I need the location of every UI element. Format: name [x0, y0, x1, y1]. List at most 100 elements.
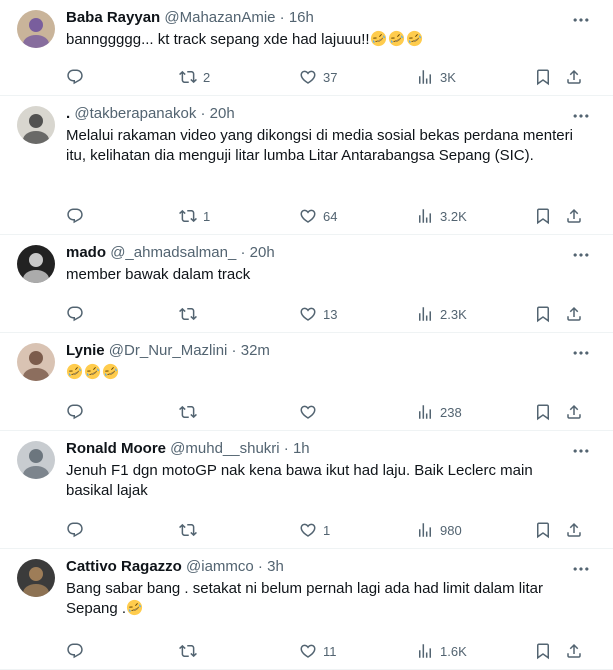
view-count: 3K: [440, 69, 456, 85]
display-name[interactable]: Baba Rayyan: [66, 9, 160, 26]
tweet-content: Ronald Moore @muhd__shukri · 1h Jenuh F1 …: [66, 439, 573, 501]
tweet[interactable]: mado @_ahmadsalman_ · 20h member bawak da…: [0, 235, 613, 333]
tweet-header: Cattivo Ragazzo @iammco · 3h: [66, 557, 573, 577]
views-button[interactable]: 3K: [416, 67, 456, 87]
user-handle[interactable]: @Dr_Nur_Mazlini: [109, 342, 228, 359]
like-count: 11: [323, 643, 337, 659]
share-button[interactable]: [565, 304, 583, 324]
display-name[interactable]: mado: [66, 244, 106, 261]
views-button[interactable]: 980: [416, 520, 462, 540]
like-count: 64: [323, 208, 338, 224]
timestamp[interactable]: 16h: [289, 9, 314, 26]
retweet-icon: [179, 207, 197, 225]
reply-button[interactable]: [66, 641, 84, 661]
retweet-button[interactable]: [179, 402, 203, 422]
user-handle[interactable]: @takberapanakok: [74, 105, 196, 122]
tweet-header: . @takberapanakok · 20h: [66, 104, 573, 124]
display-name[interactable]: Lynie: [66, 342, 105, 359]
tweet-text: member bawak dalam track: [66, 265, 573, 285]
views-icon: [416, 642, 434, 660]
reply-button[interactable]: [66, 520, 84, 540]
user-handle[interactable]: @muhd__shukri: [170, 440, 279, 457]
tweet[interactable]: Ronald Moore @muhd__shukri · 1h Jenuh F1 …: [0, 431, 613, 549]
timestamp[interactable]: 20h: [210, 105, 235, 122]
timestamp[interactable]: 3h: [267, 558, 284, 575]
share-icon: [565, 521, 583, 539]
bookmark-button[interactable]: [534, 402, 552, 422]
more-icon[interactable]: [571, 559, 591, 579]
views-button[interactable]: 2.3K: [416, 304, 467, 324]
like-button[interactable]: 11: [299, 641, 337, 661]
reply-button[interactable]: [66, 402, 84, 422]
display-name[interactable]: Ronald Moore: [66, 440, 166, 457]
tweet-text-body: Melalui rakaman video yang dikongsi di m…: [66, 127, 573, 164]
views-button[interactable]: 3.2K: [416, 206, 467, 226]
view-count: 980: [440, 522, 462, 538]
like-button[interactable]: 13: [299, 304, 337, 324]
user-handle[interactable]: @MahazanAmie: [164, 9, 275, 26]
tweet[interactable]: Lynie @Dr_Nur_Mazlini · 32m 238: [0, 333, 613, 431]
share-button[interactable]: [565, 67, 583, 87]
more-icon[interactable]: [571, 10, 591, 30]
bookmark-button[interactable]: [534, 206, 552, 226]
bookmark-button[interactable]: [534, 641, 552, 661]
heart-icon: [299, 305, 317, 323]
avatar[interactable]: [17, 245, 55, 283]
bookmark-button[interactable]: [534, 67, 552, 87]
timestamp[interactable]: 20h: [250, 244, 275, 261]
share-button[interactable]: [565, 402, 583, 422]
retweet-button[interactable]: 2: [179, 67, 210, 87]
reply-button[interactable]: [66, 206, 84, 226]
retweet-icon: [179, 68, 197, 86]
tweet-text-body: Jenuh F1 dgn motoGP nak kena bawa ikut h…: [66, 462, 533, 499]
timestamp[interactable]: 32m: [241, 342, 270, 359]
reply-button[interactable]: [66, 67, 84, 87]
views-button[interactable]: 1.6K: [416, 641, 467, 661]
avatar[interactable]: [17, 559, 55, 597]
like-button[interactable]: 64: [299, 206, 337, 226]
avatar[interactable]: [17, 106, 55, 144]
share-icon: [565, 207, 583, 225]
retweet-button[interactable]: [179, 520, 203, 540]
reply-icon: [66, 521, 84, 539]
timestamp[interactable]: 1h: [293, 440, 310, 457]
share-button[interactable]: [565, 520, 583, 540]
user-handle[interactable]: @iammco: [186, 558, 254, 575]
heart-icon: [299, 642, 317, 660]
more-icon[interactable]: [571, 343, 591, 363]
share-button[interactable]: [565, 641, 583, 661]
retweet-button[interactable]: [179, 641, 203, 661]
bookmark-icon: [534, 305, 552, 323]
display-name[interactable]: Cattivo Ragazzo: [66, 558, 182, 575]
retweet-icon: [179, 642, 197, 660]
retweet-button[interactable]: 1: [179, 206, 210, 226]
reply-icon: [66, 642, 84, 660]
views-button[interactable]: 238: [416, 402, 462, 422]
bookmark-button[interactable]: [534, 520, 552, 540]
bookmark-button[interactable]: [534, 304, 552, 324]
separator-dot: ·: [279, 440, 293, 457]
like-button[interactable]: 1: [299, 520, 330, 540]
user-handle[interactable]: @_ahmadsalman_: [110, 244, 236, 261]
retweet-button[interactable]: [179, 304, 203, 324]
tweet[interactable]: . @takberapanakok · 20h Melalui rakaman v…: [0, 96, 613, 235]
share-icon: [565, 68, 583, 86]
tweet[interactable]: Cattivo Ragazzo @iammco · 3h Bang sabar b…: [0, 549, 613, 670]
more-icon[interactable]: [571, 245, 591, 265]
like-button[interactable]: [299, 402, 323, 422]
separator-dot: ·: [227, 342, 241, 359]
more-icon[interactable]: [571, 441, 591, 461]
tweet[interactable]: Baba Rayyan @MahazanAmie · 16h bannggggg.…: [0, 0, 613, 96]
more-icon[interactable]: [571, 106, 591, 126]
avatar[interactable]: [17, 10, 55, 48]
display-name[interactable]: .: [66, 105, 70, 122]
rolling-on-floor-laughing-emoji: [370, 30, 386, 47]
reply-button[interactable]: [66, 304, 84, 324]
retweet-count: 1: [203, 208, 211, 224]
tweet-content: Cattivo Ragazzo @iammco · 3h Bang sabar b…: [66, 557, 573, 619]
share-button[interactable]: [565, 206, 583, 226]
avatar[interactable]: [17, 343, 55, 381]
bookmark-icon: [534, 642, 552, 660]
avatar[interactable]: [17, 441, 55, 479]
like-button[interactable]: 37: [299, 67, 337, 87]
